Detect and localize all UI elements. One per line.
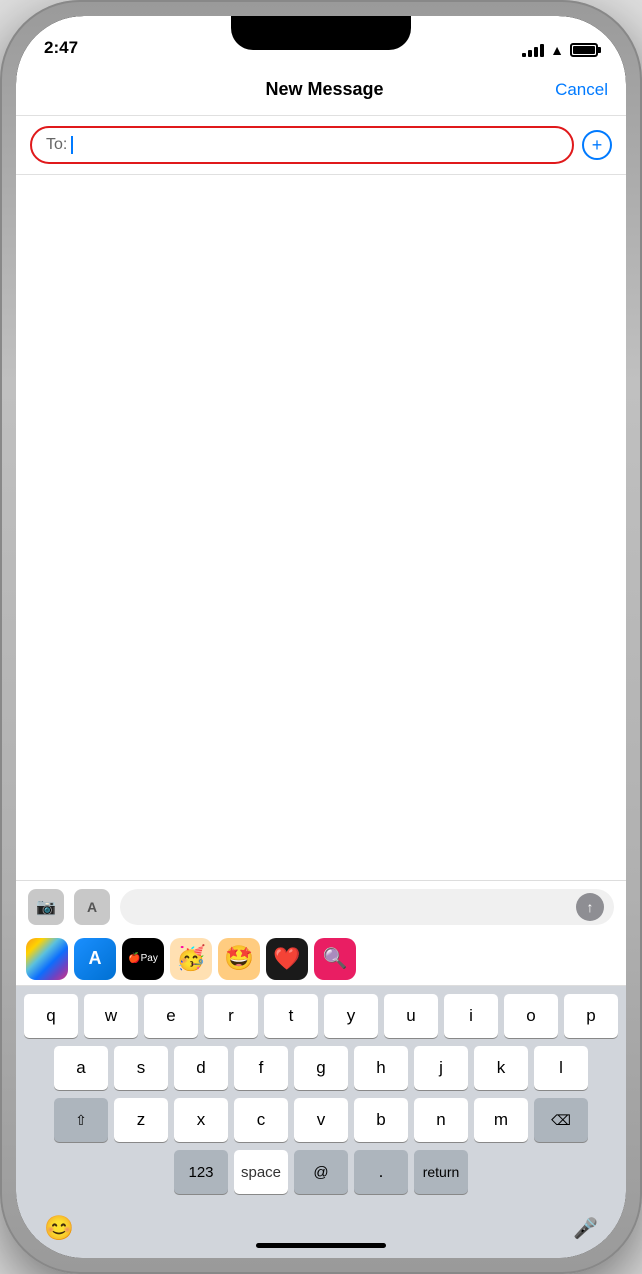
signal-bar-3 [534,47,538,57]
signal-bar-4 [540,44,544,57]
return-key[interactable]: return [414,1150,468,1194]
screen: 2:47 ▲ New Message [16,16,626,1258]
key-f[interactable]: f [234,1046,288,1090]
bottom-bar: 😊 🎤 [16,1206,626,1258]
memoji2-icon: 🤩 [224,944,254,973]
battery-fill [573,46,595,54]
camera-icon: 📷 [36,897,56,917]
notch [231,16,411,50]
key-s[interactable]: s [114,1046,168,1090]
keyboard-row-1: q w e r t y u i o p [20,994,622,1038]
search-app-icon[interactable]: 🔍 [314,938,356,980]
key-m[interactable]: m [474,1098,528,1142]
battery-icon [570,43,598,57]
message-area[interactable] [16,175,626,880]
to-label: To: [46,136,67,154]
key-b[interactable]: b [354,1098,408,1142]
key-h[interactable]: h [354,1046,408,1090]
period-key[interactable]: . [354,1150,408,1194]
applepay-text: 🍎Pay [128,953,158,964]
phone-frame: 2:47 ▲ New Message [0,0,642,1274]
signal-bars [522,44,544,57]
key-r[interactable]: r [204,994,258,1038]
appstore-button[interactable]: A [74,889,110,925]
key-z[interactable]: z [114,1098,168,1142]
heart-icon: ❤️ [273,946,300,972]
key-v[interactable]: v [294,1098,348,1142]
keyboard-row-2: a s d f g h j k l [20,1046,622,1090]
plus-icon: + [592,135,603,156]
send-arrow-icon: ↑ [587,899,594,915]
space-key[interactable]: space [234,1150,288,1194]
key-t[interactable]: t [264,994,318,1038]
appstore-icon: A [87,899,97,915]
applepay-app-icon[interactable]: 🍎Pay [122,938,164,980]
wifi-icon: ▲ [550,42,564,58]
delete-key[interactable]: ⌫ [534,1098,588,1142]
nav-title: New Message [94,79,555,100]
keyboard: q w e r t y u i o p a s d f g [16,986,626,1206]
key-l[interactable]: l [534,1046,588,1090]
send-button[interactable]: ↑ [576,893,604,921]
key-e[interactable]: e [144,994,198,1038]
search-icon: 🔍 [323,946,348,971]
key-o[interactable]: o [504,994,558,1038]
keyboard-row-4: 123 space @ . return [20,1150,622,1194]
nav-bar: New Message Cancel [16,64,626,116]
status-time: 2:47 [44,38,78,58]
emoji-button[interactable]: 😊 [44,1214,74,1243]
signal-bar-2 [528,50,532,57]
key-y[interactable]: y [324,994,378,1038]
key-a[interactable]: a [54,1046,108,1090]
text-cursor [71,136,73,154]
to-row: To: + [16,116,626,175]
key-d[interactable]: d [174,1046,228,1090]
mic-button[interactable]: 🎤 [573,1216,598,1241]
signal-bar-1 [522,53,526,57]
key-q[interactable]: q [24,994,78,1038]
heart-app-icon[interactable]: ❤️ [266,938,308,980]
key-c[interactable]: c [234,1098,288,1142]
to-input-field[interactable]: To: [30,126,574,164]
key-u[interactable]: u [384,994,438,1038]
status-icons: ▲ [522,42,598,58]
key-x[interactable]: x [174,1098,228,1142]
appstore-a-icon: A [89,948,102,969]
key-w[interactable]: w [84,994,138,1038]
photos-app-icon[interactable] [26,938,68,980]
add-contact-button[interactable]: + [582,130,612,160]
home-indicator[interactable] [256,1243,386,1248]
key-n[interactable]: n [414,1098,468,1142]
memoji1-app-icon[interactable]: 🥳 [170,938,212,980]
key-i[interactable]: i [444,994,498,1038]
cancel-button[interactable]: Cancel [555,80,608,100]
key-p[interactable]: p [564,994,618,1038]
message-input[interactable]: ↑ [120,889,614,925]
phone-inner: 2:47 ▲ New Message [16,16,626,1258]
keyboard-row-3: ⇧ z x c v b n m ⌫ [20,1098,622,1142]
shift-key[interactable]: ⇧ [54,1098,108,1142]
memoji1-icon: 🥳 [176,944,206,973]
at-key[interactable]: @ [294,1150,348,1194]
camera-button[interactable]: 📷 [28,889,64,925]
apps-bar: 📷 A ↑ [16,880,626,932]
memoji2-app-icon[interactable]: 🤩 [218,938,260,980]
numbers-key[interactable]: 123 [174,1150,228,1194]
key-g[interactable]: g [294,1046,348,1090]
key-j[interactable]: j [414,1046,468,1090]
app-suggestions-row: A 🍎Pay 🥳 🤩 ❤️ 🔍 [16,932,626,986]
key-k[interactable]: k [474,1046,528,1090]
appstore-app-icon[interactable]: A [74,938,116,980]
